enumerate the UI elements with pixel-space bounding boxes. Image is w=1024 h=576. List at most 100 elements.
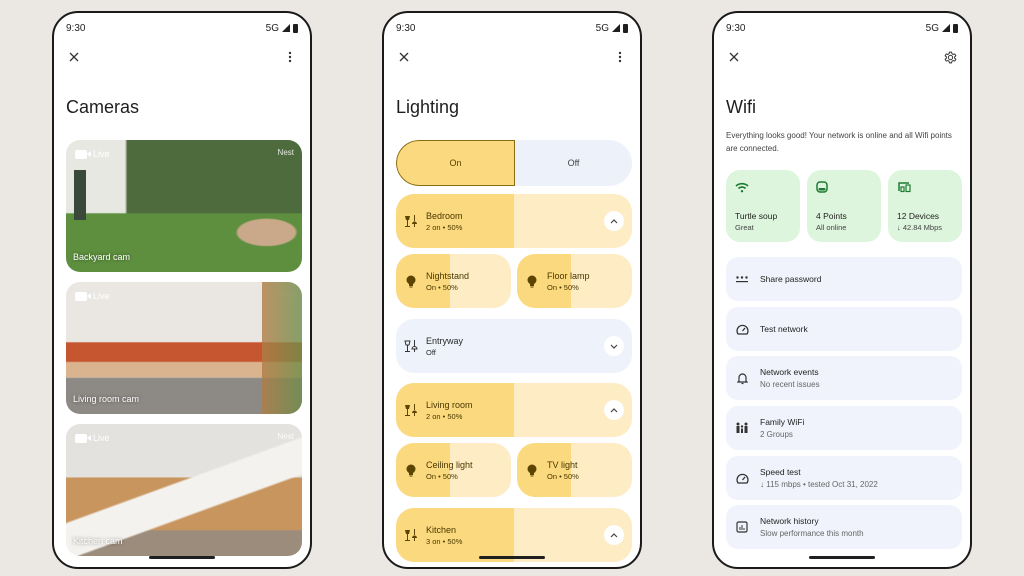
close-icon[interactable] xyxy=(726,49,742,65)
chevron-up-icon xyxy=(610,218,618,223)
more-options-icon[interactable] xyxy=(612,49,628,65)
row-title: Network history xyxy=(760,516,819,526)
light-name: Nightstand xyxy=(426,270,470,281)
home-indicator[interactable] xyxy=(479,556,545,559)
light-name: Ceiling light xyxy=(426,459,473,470)
row-title: Test network xyxy=(760,324,808,334)
lamps-icon xyxy=(405,404,417,416)
chevron-up-icon xyxy=(610,407,618,412)
tile-subtitle: ↓ 42.84 Mbps xyxy=(897,223,943,232)
row-speed-test[interactable]: Speed test ↓ 115 mbps • tested Oct 31, 2… xyxy=(726,456,962,500)
light-card-ceiling-light[interactable]: Ceiling light On • 50% xyxy=(396,443,511,497)
light-name: TV light xyxy=(547,459,578,470)
row-subtitle: No recent issues xyxy=(760,380,820,389)
on-button[interactable]: On xyxy=(396,140,515,186)
tile-points[interactable]: 4 Points All online xyxy=(807,170,881,242)
light-status: On • 50% xyxy=(547,282,579,292)
brand-label: Nest xyxy=(277,148,294,157)
light-card-tv-light[interactable]: TV light On • 50% xyxy=(517,443,632,497)
row-network-history[interactable]: Network history Slow performance this mo… xyxy=(726,505,962,549)
off-button[interactable]: Off xyxy=(515,140,632,186)
camera-card-living-room[interactable]: Live Nest Living room cam xyxy=(66,282,302,414)
status-time: 9:30 xyxy=(726,22,746,34)
speedometer-icon xyxy=(734,473,750,484)
camera-name: Living room cam xyxy=(73,394,140,404)
live-label: Live xyxy=(93,291,110,301)
live-label: Live xyxy=(93,433,110,443)
room-name: Entryway xyxy=(426,335,464,346)
all-lights-toggle: On Off xyxy=(396,140,632,186)
room-card-bedroom[interactable]: Bedroom 2 on • 50% xyxy=(396,194,632,248)
brand-label: Nest xyxy=(277,432,294,441)
room-card-living-room[interactable]: Living room 2 on • 50% xyxy=(396,383,632,437)
bulb-icon xyxy=(527,464,537,476)
phone-cameras-screen: 9:30 5G Cameras Live Nest Backyard cam L… xyxy=(52,11,312,569)
row-share-password[interactable]: Share password xyxy=(726,257,962,301)
signal-icon xyxy=(942,24,950,32)
tile-network[interactable]: Turtle soup Great xyxy=(726,170,800,242)
signal-icon xyxy=(612,24,620,32)
gear-icon[interactable] xyxy=(942,49,958,65)
light-status: On • 50% xyxy=(547,471,579,481)
page-title: Wifi xyxy=(726,97,756,117)
row-title: Share password xyxy=(760,274,822,284)
tile-subtitle: Great xyxy=(735,223,754,232)
room-status: 2 on • 50% xyxy=(426,222,463,232)
room-card-entryway[interactable]: Entryway Off xyxy=(396,319,632,373)
home-indicator[interactable] xyxy=(809,556,875,559)
router-icon xyxy=(816,181,828,193)
bulb-icon xyxy=(406,464,416,476)
lamps-off-icon xyxy=(404,340,418,352)
expand-button[interactable] xyxy=(604,336,624,356)
devices-icon xyxy=(898,182,911,193)
bulb-icon xyxy=(527,275,537,287)
chart-icon xyxy=(734,521,750,533)
network-type: 5G xyxy=(925,22,939,34)
live-label: Live xyxy=(93,149,110,159)
collapse-button[interactable] xyxy=(604,211,624,231)
tile-devices[interactable]: 12 Devices ↓ 42.84 Mbps xyxy=(888,170,962,242)
light-card-nightstand[interactable]: Nightstand On • 50% xyxy=(396,254,511,308)
room-status: 2 on • 50% xyxy=(426,411,463,421)
row-subtitle: 2 Groups xyxy=(760,430,793,439)
network-type: 5G xyxy=(265,22,279,34)
family-icon xyxy=(734,422,750,434)
video-camera-icon xyxy=(75,433,91,443)
row-test-network[interactable]: Test network xyxy=(726,307,962,351)
collapse-button[interactable] xyxy=(604,525,624,545)
battery-icon xyxy=(623,23,628,33)
status-time: 9:30 xyxy=(396,22,416,34)
chevron-down-icon xyxy=(610,344,618,349)
row-family-wifi[interactable]: Family WiFi 2 Groups xyxy=(726,406,962,450)
tile-title: 12 Devices xyxy=(897,211,940,221)
battery-icon xyxy=(953,23,958,33)
room-name: Kitchen xyxy=(426,524,457,535)
speedometer-icon xyxy=(734,324,750,335)
chevron-up-icon xyxy=(610,532,618,537)
page-title: Cameras xyxy=(66,97,140,117)
room-card-kitchen[interactable]: Kitchen 3 on • 50% xyxy=(396,508,632,562)
room-status: Off xyxy=(426,347,436,357)
camera-card-kitchen[interactable]: Live Nest Kitchen cam xyxy=(66,424,302,556)
brand-label: Nest xyxy=(277,290,294,299)
collapse-button[interactable] xyxy=(604,400,624,420)
close-icon[interactable] xyxy=(66,49,82,65)
camera-name: Backyard cam xyxy=(73,252,131,262)
light-status: On • 50% xyxy=(426,282,458,292)
signal-icon xyxy=(282,24,290,32)
light-card-floor-lamp[interactable]: Floor lamp On • 50% xyxy=(517,254,632,308)
camera-name: Kitchen cam xyxy=(73,536,123,546)
row-subtitle: ↓ 115 mbps • tested Oct 31, 2022 xyxy=(760,480,878,489)
wifi-icon xyxy=(735,182,749,193)
close-icon[interactable] xyxy=(396,49,412,65)
light-name: Floor lamp xyxy=(547,270,590,281)
home-indicator[interactable] xyxy=(149,556,215,559)
room-name: Bedroom xyxy=(426,210,463,221)
camera-card-backyard[interactable]: Live Nest Backyard cam xyxy=(66,140,302,272)
row-title: Network events xyxy=(760,367,819,377)
status-bar: 9:30 5G xyxy=(726,21,958,35)
row-network-events[interactable]: Network events No recent issues xyxy=(726,356,962,400)
more-options-icon[interactable] xyxy=(282,49,298,65)
video-camera-icon xyxy=(75,291,91,301)
page-title: Lighting xyxy=(396,97,460,117)
